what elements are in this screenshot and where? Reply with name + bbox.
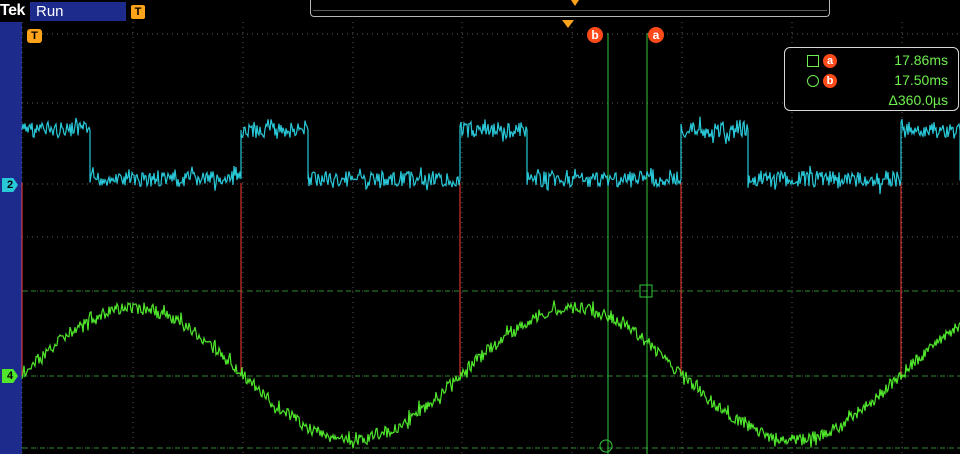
cursor-delta-readout: Δ360.0µs xyxy=(785,92,960,112)
cursor-a-readout-badge: a xyxy=(823,54,837,68)
cursor-b-badge[interactable]: b xyxy=(587,27,603,43)
cursor-delta-time: Δ360.0µs xyxy=(888,92,948,108)
trigger-level-icon[interactable]: T xyxy=(27,29,42,43)
trigger-time-marker-icon[interactable] xyxy=(562,20,574,28)
channel-4-trace xyxy=(21,300,960,449)
channel-2-trace xyxy=(21,116,960,195)
cursor-b-readout-badge: b xyxy=(823,74,837,88)
square-icon xyxy=(807,55,819,67)
cursor-a-readout: a 17.86ms xyxy=(785,52,960,72)
circle-icon xyxy=(807,75,819,87)
cursor-b-readout: b 17.50ms xyxy=(785,72,960,92)
cursor-a-time: 17.86ms xyxy=(894,52,948,68)
cursor-readout-panel[interactable]: a 17.86ms b 17.50ms Δ360.0µs xyxy=(784,47,959,111)
cursor-b-marker-icon xyxy=(599,439,613,453)
cursor-a-badge[interactable]: a xyxy=(648,27,664,43)
cursor-b-time: 17.50ms xyxy=(894,72,948,88)
